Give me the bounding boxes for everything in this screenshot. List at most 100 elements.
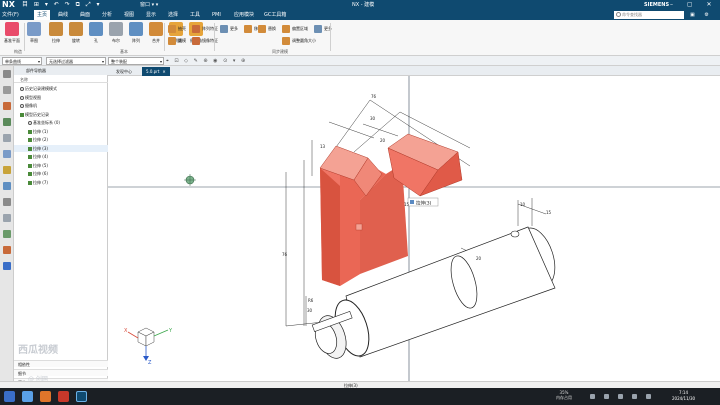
ribbon-group-label: 同步建模 bbox=[272, 49, 288, 54]
dimension-label[interactable]: 30 bbox=[307, 308, 313, 313]
navigator-row[interactable]: 拉伸 (3) bbox=[14, 144, 108, 152]
navigator-row[interactable]: 摄像机 bbox=[14, 102, 108, 109]
tray-icon[interactable] bbox=[618, 394, 623, 399]
resource-bar-icon-6[interactable] bbox=[3, 166, 11, 174]
navigator-row[interactable]: 拉伸 (1) bbox=[14, 128, 108, 135]
dimension-label[interactable]: 76 bbox=[371, 94, 377, 99]
ribbon-tool-label: 旋转 bbox=[72, 38, 80, 43]
window-menu[interactable]: 窗口 ▾ ▾ bbox=[140, 0, 158, 10]
menu-item-8[interactable]: 工具 bbox=[190, 10, 200, 20]
ribbon-tool-icon bbox=[149, 22, 163, 36]
graphics-viewport[interactable]: 拉伸(3) 76 30 20 13 76 15 30 10 15 20 R6 Y X Z bbox=[108, 76, 720, 388]
menu-item-2[interactable]: 曲线 bbox=[58, 10, 68, 20]
dimension-label[interactable]: 20 bbox=[476, 256, 482, 261]
dimension-label[interactable]: 20 bbox=[380, 138, 386, 143]
tray-icon[interactable] bbox=[590, 394, 595, 399]
menu-item-5[interactable]: 视图 bbox=[124, 10, 134, 20]
navigator-row-label: 模型历史记录 bbox=[25, 111, 49, 117]
quick-access-toolbar[interactable]: 目 ⊞ ▾ ↶ ↷ ⧉ ⤢ ▾ bbox=[22, 1, 102, 9]
ribbon-small-icon bbox=[168, 37, 176, 45]
ribbon-tool-5[interactable]: 布尔 bbox=[106, 22, 126, 52]
menu-item-1[interactable]: 主页 bbox=[34, 10, 51, 20]
start-icon[interactable] bbox=[4, 391, 15, 402]
resource-bar-icon-12[interactable] bbox=[3, 262, 11, 270]
check-icon bbox=[28, 180, 32, 185]
resource-bar-icon-9[interactable] bbox=[3, 214, 11, 222]
ribbon-tool-1[interactable]: 草图 bbox=[24, 22, 44, 52]
ribbon-tool-icon bbox=[89, 22, 103, 36]
ribbon-tool-0[interactable]: 基准平面 bbox=[2, 22, 22, 52]
resource-bar-icon-1[interactable] bbox=[3, 86, 11, 94]
snap-point-icons[interactable]: ⌖ ⊡ ◇ ✎ ⊕ ◉ ⊙ ▾ ⊕ bbox=[166, 57, 247, 65]
tray-icon[interactable] bbox=[604, 394, 609, 399]
ribbon-tool-6[interactable]: 阵列 bbox=[126, 22, 146, 52]
ribbon-tool-4[interactable]: 孔 bbox=[86, 22, 106, 52]
navigator-row[interactable]: 模型视图 bbox=[14, 94, 108, 101]
tray-icon[interactable] bbox=[632, 394, 637, 399]
navigator-row[interactable]: 拉伸 (7) bbox=[14, 179, 108, 186]
navigator-row[interactable]: 拉伸 (5) bbox=[14, 162, 108, 169]
ribbon-tool-7[interactable]: 合并 bbox=[146, 22, 166, 52]
resource-bar-icon-10[interactable] bbox=[3, 230, 11, 238]
tab-0[interactable]: 发现中心 bbox=[112, 67, 136, 76]
ribbon-small-tool-0[interactable]: 抽壳 bbox=[168, 24, 186, 34]
assembly-scope-dropdown[interactable]: 整个装配 ▾ bbox=[108, 57, 164, 65]
dimension-label[interactable]: 10 bbox=[520, 202, 526, 207]
tray-icon[interactable] bbox=[646, 394, 651, 399]
ribbon-tool-3[interactable]: 旋转 bbox=[66, 22, 86, 52]
menu-item-6[interactable]: 显示 bbox=[146, 10, 156, 20]
ribbon-small-tool-4[interactable]: 更多 bbox=[220, 24, 238, 34]
ribbon-small-icon bbox=[282, 25, 290, 33]
dimension-label[interactable]: 76 bbox=[282, 252, 288, 257]
navigator-row[interactable]: 模型历史记录 bbox=[14, 111, 108, 118]
navigator-row[interactable]: 基准坐标系 (0) bbox=[14, 119, 108, 126]
browser-icon[interactable] bbox=[40, 391, 51, 402]
navigator-row[interactable]: 拉伸 (4) bbox=[14, 153, 108, 160]
ribbon-small-tool-8[interactable]: 调整圆角大小 bbox=[282, 36, 316, 46]
command-search-input[interactable]: 命令查找器 bbox=[614, 11, 684, 19]
resource-bar-icon-4[interactable] bbox=[3, 134, 11, 142]
ribbon-group-label: 构造 bbox=[14, 49, 22, 54]
menu-item-11[interactable]: GC工具箱 bbox=[264, 10, 286, 20]
dimension-label[interactable]: 13 bbox=[320, 144, 326, 149]
tab-1[interactable]: 5.0.prt ✕ bbox=[142, 67, 170, 76]
resource-bar-icon-2[interactable] bbox=[3, 102, 11, 110]
dimension-label[interactable]: 30 bbox=[370, 116, 376, 121]
clock[interactable]: 7:14 2024/11/30 bbox=[672, 390, 695, 402]
menu-item-10[interactable]: 应用模块 bbox=[234, 10, 254, 20]
menu-item-7[interactable]: 选择 bbox=[168, 10, 178, 20]
dimension-label[interactable]: 15 bbox=[404, 202, 410, 207]
menu-dropdown[interactable]: 单条曲线 ▾ bbox=[2, 57, 42, 65]
ribbon-tool-2[interactable]: 拉伸 bbox=[46, 22, 66, 52]
navigator-row[interactable]: 拉伸 (2) bbox=[14, 136, 108, 143]
ribbon-small-icon bbox=[192, 37, 200, 45]
ribbon-small-tool-7[interactable]: 偏置区域 bbox=[282, 24, 308, 34]
resource-bar-icon-7[interactable] bbox=[3, 182, 11, 190]
wps-icon[interactable] bbox=[58, 391, 69, 402]
menu-item-9[interactable]: PMI bbox=[212, 10, 221, 20]
navigator-panel-0[interactable]: 相依性 bbox=[14, 360, 108, 367]
dimension-label[interactable]: R6 bbox=[308, 298, 314, 303]
model-view[interactable]: 拉伸(3) 76 30 20 13 76 15 30 10 15 20 R6 Y X Z bbox=[108, 76, 720, 388]
dimension-label[interactable]: 15 bbox=[546, 210, 552, 215]
nx-taskbar-icon[interactable] bbox=[76, 391, 87, 402]
menu-item-4[interactable]: 分析 bbox=[102, 10, 112, 20]
ribbon-small-tool-2[interactable]: 拔模 bbox=[168, 36, 186, 46]
navigator-row[interactable]: 拉伸 (6) bbox=[14, 170, 108, 177]
close-icon[interactable]: ✕ bbox=[162, 69, 165, 74]
menu-item-0[interactable]: 文件(F) bbox=[2, 10, 19, 20]
menu-item-3[interactable]: 曲面 bbox=[80, 10, 90, 20]
resource-bar-icon-8[interactable] bbox=[3, 198, 11, 206]
resource-bar-icon-11[interactable] bbox=[3, 246, 11, 254]
resource-bar-icon-0[interactable] bbox=[3, 70, 11, 78]
title-bar: NX 目 ⊞ ▾ ↶ ↷ ⧉ ⤢ ▾ 窗口 ▾ ▾ NX - 建模 SIEMEN… bbox=[0, 0, 720, 10]
resource-bar-icon-5[interactable] bbox=[3, 150, 11, 158]
search-icon[interactable] bbox=[22, 391, 33, 402]
ribbon-tool-label: 拉伸 bbox=[52, 38, 60, 43]
check-icon bbox=[28, 163, 32, 168]
ribbon-small-tool-6[interactable]: 替换 bbox=[258, 24, 276, 34]
window-controls[interactable]: – ▢ ✕ bbox=[670, 0, 718, 10]
navigator-row[interactable]: 历史记录建模模式 bbox=[14, 85, 108, 92]
resource-bar-icon-3[interactable] bbox=[3, 118, 11, 126]
selection-filter-dropdown[interactable]: 无选择过滤器 ▾ bbox=[46, 57, 106, 65]
